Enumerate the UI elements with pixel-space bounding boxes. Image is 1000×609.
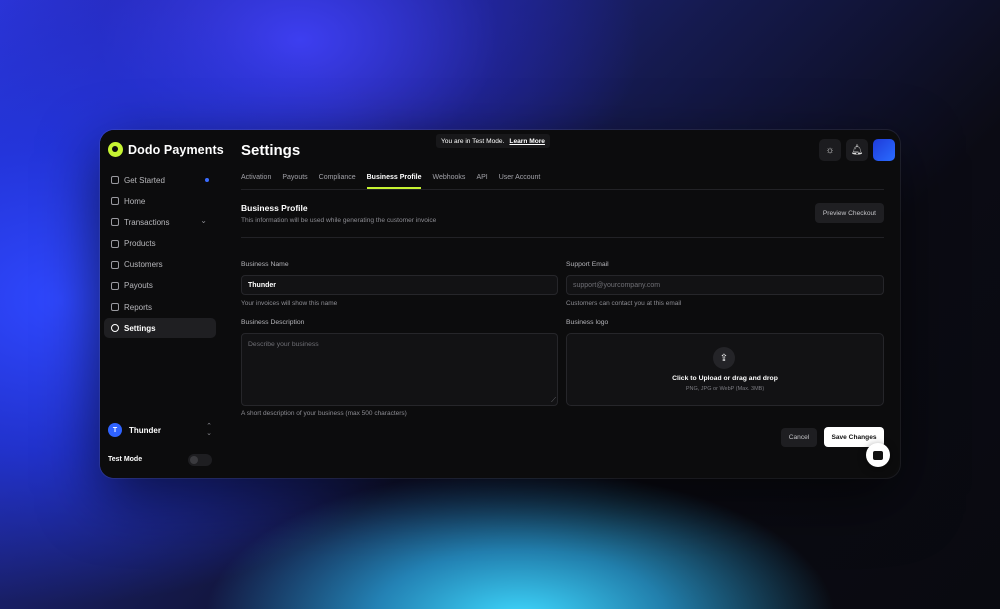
sidebar-item-transactions[interactable]: Transactions ⌄ — [104, 212, 216, 232]
sidebar-item-label: Products — [124, 239, 156, 249]
section-title: Business Profile — [241, 203, 308, 213]
notifications-button[interactable]: 🔔︎ — [846, 139, 868, 161]
support-email-field[interactable]: support@yourcompany.com — [566, 275, 884, 295]
tab-api[interactable]: API — [476, 174, 487, 189]
report-icon — [111, 303, 119, 312]
dropzone-title: Click to Upload or drag and drop — [672, 375, 778, 382]
cancel-button[interactable]: Cancel — [781, 428, 817, 447]
test-mode-banner: You are in Test Mode. Learn More — [436, 134, 550, 148]
sidebar: Dodo Payments Get Started Home Transacti… — [100, 130, 224, 478]
support-email-label: Support Email — [566, 261, 609, 268]
sidebar-item-label: Reports — [124, 302, 153, 312]
notification-dot — [205, 178, 209, 182]
section-subtitle: This information will be used while gene… — [241, 217, 437, 224]
sidebar-item-reports[interactable]: Reports — [104, 297, 216, 317]
business-name-field[interactable]: Thunder — [241, 275, 558, 295]
theme-toggle-button[interactable]: ☼ — [819, 139, 841, 161]
sidebar-item-customers[interactable]: Customers — [104, 255, 216, 275]
box-icon — [111, 239, 119, 248]
sidebar-item-label: Transactions — [124, 217, 170, 227]
sidebar-nav: Get Started Home Transactions ⌄ Products… — [104, 170, 216, 340]
account-name: Thunder — [129, 425, 161, 435]
user-avatar[interactable] — [873, 139, 895, 161]
tab-compliance[interactable]: Compliance — [319, 174, 356, 189]
chevron-updown-icon: ⌃ ⌄ — [206, 423, 212, 437]
tab-payouts[interactable]: Payouts — [282, 174, 307, 189]
brand[interactable]: Dodo Payments — [108, 142, 224, 157]
sidebar-item-home[interactable]: Home — [104, 191, 216, 211]
transactions-icon — [111, 218, 119, 227]
business-logo-label: Business logo — [566, 319, 609, 326]
users-icon — [111, 260, 119, 269]
gear-icon — [111, 324, 119, 333]
sidebar-item-label: Home — [124, 196, 146, 206]
business-description-textarea[interactable]: Describe your business ⟋ — [241, 333, 558, 406]
business-description-label: Business Description — [241, 319, 305, 326]
section-divider — [241, 237, 884, 238]
main-content: Settings You are in Test Mode. Learn Mor… — [224, 130, 900, 478]
chevron-down-icon: ⌄ — [200, 216, 207, 226]
business-name-hint: Your invoices will show this name — [241, 300, 338, 307]
sidebar-item-get-started[interactable]: Get Started — [104, 170, 216, 190]
banner-text: You are in Test Mode. — [441, 137, 505, 145]
upload-icon: ⇪ — [713, 347, 735, 369]
avatar: T — [108, 423, 122, 437]
sidebar-item-settings[interactable]: Settings — [104, 318, 216, 339]
sidebar-item-label: Customers — [124, 260, 163, 270]
tab-webhooks[interactable]: Webhooks — [432, 174, 465, 189]
dodo-logo-icon — [108, 142, 123, 157]
rocket-icon — [111, 176, 119, 184]
sidebar-item-products[interactable]: Products — [104, 234, 216, 254]
account-switcher[interactable]: T Thunder ⌃ ⌄ — [106, 420, 216, 440]
sidebar-item-label: Get Started — [124, 175, 165, 185]
logo-dropzone[interactable]: ⇪ Click to Upload or drag and drop PNG, … — [566, 333, 884, 406]
preview-checkout-button[interactable]: Preview Checkout — [814, 203, 884, 223]
tab-activation[interactable]: Activation — [241, 174, 271, 189]
settings-tabs: Activation Payouts Compliance Business P… — [241, 174, 540, 189]
dropzone-subtitle: PNG, JPG or WebP (Max. 3MB) — [685, 386, 765, 392]
wallet-icon — [111, 281, 119, 290]
sidebar-item-label: Payouts — [124, 281, 153, 291]
sun-icon: ☼ — [825, 144, 835, 156]
tab-business-profile[interactable]: Business Profile — [366, 174, 422, 189]
brand-name: Dodo Payments — [128, 142, 224, 157]
business-name-label: Business Name — [241, 261, 289, 268]
learn-more-link[interactable]: Learn More — [509, 138, 545, 145]
bell-icon: 🔔︎ — [850, 144, 864, 156]
tab-user-account[interactable]: User Account — [499, 174, 541, 189]
page-title: Settings — [241, 142, 301, 159]
chat-button[interactable] — [866, 443, 890, 467]
business-description-placeholder: Describe your business — [248, 341, 319, 348]
support-email-hint: Customers can contact you at this email — [566, 300, 682, 307]
sidebar-item-label: Settings — [124, 323, 156, 333]
tabs-divider — [241, 189, 884, 190]
home-icon — [111, 197, 119, 206]
sidebar-item-payouts[interactable]: Payouts — [104, 276, 216, 296]
resize-handle-icon[interactable]: ⟋ — [551, 397, 556, 405]
app-window: Dodo Payments Get Started Home Transacti… — [100, 130, 900, 478]
test-mode-label: Test Mode — [108, 456, 143, 463]
test-mode-toggle[interactable] — [188, 454, 212, 466]
business-description-hint: A short description of your business (ma… — [241, 410, 407, 417]
chat-icon — [873, 450, 883, 460]
